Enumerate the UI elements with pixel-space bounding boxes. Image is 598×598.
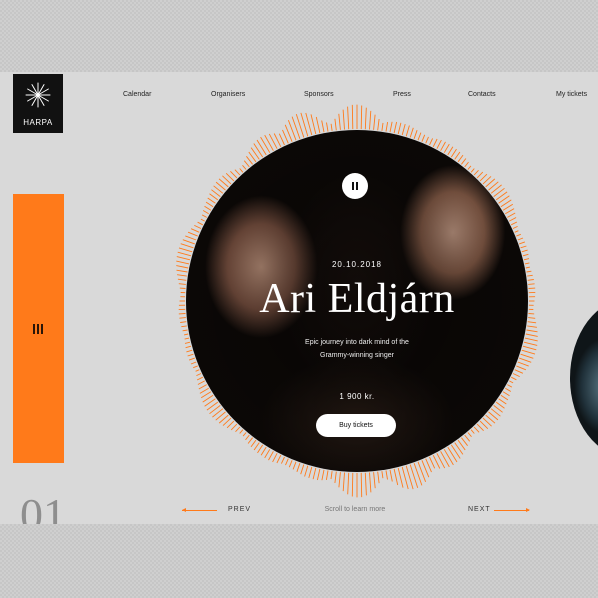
main-panel: HARPA Calendar Organisers Sponsors Press…	[0, 72, 598, 524]
event-hero-image: 20.10.2018 Ari Eldjárn Epic journey into…	[186, 130, 528, 472]
nav-item-calendar[interactable]: Calendar	[123, 91, 151, 98]
event-date: 20.10.2018	[331, 260, 383, 269]
nav-item-my-tickets[interactable]: My tickets	[556, 91, 587, 98]
next-label: NEXT	[468, 506, 491, 513]
logo-text: HARPA	[23, 118, 53, 127]
nav-item-press[interactable]: Press	[393, 91, 411, 98]
arrow-right-icon	[526, 508, 530, 512]
harpa-logo[interactable]: HARPA	[13, 74, 63, 133]
buy-tickets-button[interactable]: Buy tickets	[316, 414, 396, 437]
bars-icon[interactable]	[33, 324, 44, 334]
event-price: 1 900 kr.	[339, 392, 375, 401]
arrow-left-icon	[182, 508, 186, 512]
event-title: Ari Eldjárn	[259, 276, 455, 322]
scroll-hint[interactable]: Scroll to learn more	[300, 506, 410, 513]
event-description: Epic journey into dark mind of the Gramm…	[305, 339, 409, 359]
prev-label: PREV	[228, 506, 252, 513]
pause-button[interactable]	[342, 173, 368, 199]
nav-item-organisers[interactable]: Organisers	[211, 91, 245, 98]
pause-icon	[352, 182, 354, 190]
next-event-preview[interactable]	[570, 298, 598, 458]
slide-counter: 01	[20, 489, 66, 525]
nav-item-contacts[interactable]: Contacts	[468, 91, 496, 98]
sidebar-accent-panel	[13, 194, 64, 463]
nav-item-sponsors[interactable]: Sponsors	[304, 91, 334, 98]
